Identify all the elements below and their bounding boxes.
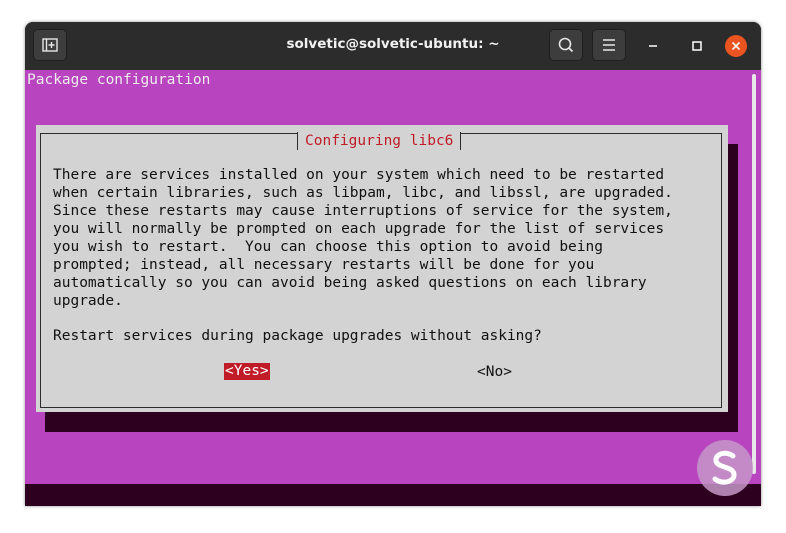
titlebar: solvetic@solvetic-ubuntu: ~ <box>25 22 761 70</box>
menu-button[interactable] <box>592 29 626 61</box>
no-button[interactable]: <No> <box>477 364 512 381</box>
solvetic-watermark <box>697 440 753 496</box>
scrollbar-thumb[interactable] <box>752 74 756 474</box>
minimize-button[interactable] <box>641 34 665 58</box>
scrollbar[interactable] <box>747 70 761 484</box>
terminal-area[interactable]: Package configuration Configuring libc6 … <box>25 70 761 506</box>
maximize-icon <box>692 41 702 51</box>
dialog-question: Restart services during package upgrades… <box>53 328 542 344</box>
solvetic-logo-icon <box>712 450 737 485</box>
search-button[interactable] <box>549 29 583 61</box>
dialog-message: There are services installed on your sys… <box>53 167 673 309</box>
configuration-dialog: Configuring libc6 There are services ins… <box>36 125 728 412</box>
dialog-title: Configuring libc6 <box>297 132 462 150</box>
terminal-bottom-strip <box>25 484 761 506</box>
yes-button[interactable]: <Yes> <box>224 363 270 380</box>
close-button[interactable] <box>725 35 747 57</box>
minimize-icon <box>649 45 657 47</box>
hamburger-menu-icon <box>603 39 615 51</box>
close-icon <box>731 41 741 51</box>
maximize-button[interactable] <box>685 34 709 58</box>
package-configuration-header: Package configuration <box>27 72 211 88</box>
terminal-window: solvetic@solvetic-ubuntu: ~ Package conf… <box>25 22 761 506</box>
search-icon <box>558 37 574 53</box>
